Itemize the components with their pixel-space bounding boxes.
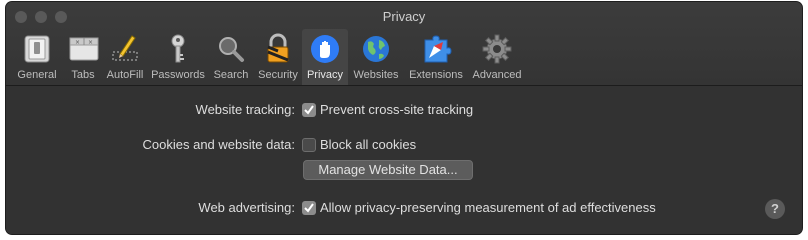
hand-icon — [311, 35, 339, 63]
tabs-icon: × × — [69, 37, 99, 61]
svg-text:×: × — [75, 39, 80, 46]
checkmark-icon — [304, 203, 314, 213]
cookies-label: Cookies and website data: — [142, 137, 295, 152]
ad-measurement-text[interactable]: Allow privacy-preserving measurement of … — [320, 200, 656, 215]
checkmark-icon — [304, 105, 314, 115]
preferences-tabs: General × × Tabs AutoFill Passwords Sear… — [10, 29, 526, 85]
manage-website-data-button[interactable]: Manage Website Data... — [303, 160, 473, 180]
tab-search[interactable]: Search — [208, 29, 254, 85]
web-advertising-label: Web advertising: — [198, 200, 295, 215]
general-switch-icon — [24, 35, 50, 63]
tab-extensions[interactable]: Extensions — [404, 29, 468, 85]
website-tracking-label: Website tracking: — [195, 102, 295, 117]
puzzle-icon — [424, 35, 452, 63]
tab-general[interactable]: General — [10, 29, 64, 85]
lock-icon — [267, 33, 289, 63]
preferences-toolbar: Privacy General × × Tabs AutoFill Passwo… — [6, 2, 802, 86]
privacy-settings-pane: Website tracking: Prevent cross-site tra… — [6, 86, 802, 234]
tab-autofill[interactable]: AutoFill — [102, 29, 148, 85]
tab-tabs[interactable]: × × Tabs — [64, 29, 102, 85]
tab-label: Websites — [353, 69, 399, 81]
tab-label: Extensions — [409, 69, 463, 81]
tab-passwords[interactable]: Passwords — [148, 29, 208, 85]
svg-text:×: × — [88, 39, 93, 46]
globe-icon — [363, 36, 389, 62]
gear-icon — [482, 34, 512, 64]
tab-websites[interactable]: Websites — [348, 29, 404, 85]
tab-label: Passwords — [151, 69, 205, 81]
tab-advanced[interactable]: Advanced — [468, 29, 526, 85]
preferences-window: Privacy General × × Tabs AutoFill Passwo… — [6, 2, 802, 234]
key-icon — [171, 34, 185, 63]
block-cookies-text[interactable]: Block all cookies — [320, 137, 416, 152]
tab-label: Privacy — [306, 69, 344, 81]
magnifier-icon — [219, 37, 244, 62]
window-title: Privacy — [382, 9, 426, 24]
help-button[interactable]: ? — [765, 199, 785, 219]
tab-label: AutoFill — [106, 69, 144, 81]
tab-label: Advanced — [472, 69, 522, 81]
tab-privacy[interactable]: Privacy — [302, 29, 348, 85]
tab-label: Tabs — [71, 69, 95, 81]
block-cookies-checkbox[interactable] — [302, 138, 316, 152]
tab-label: General — [17, 69, 57, 81]
autofill-pencil-icon — [112, 35, 138, 61]
prevent-tracking-checkbox[interactable] — [302, 103, 316, 117]
tab-label: Search — [213, 69, 249, 81]
tab-label: Security — [258, 69, 298, 81]
ad-measurement-checkbox[interactable] — [302, 201, 316, 215]
tab-security[interactable]: Security — [254, 29, 302, 85]
prevent-tracking-text[interactable]: Prevent cross-site tracking — [320, 102, 473, 117]
